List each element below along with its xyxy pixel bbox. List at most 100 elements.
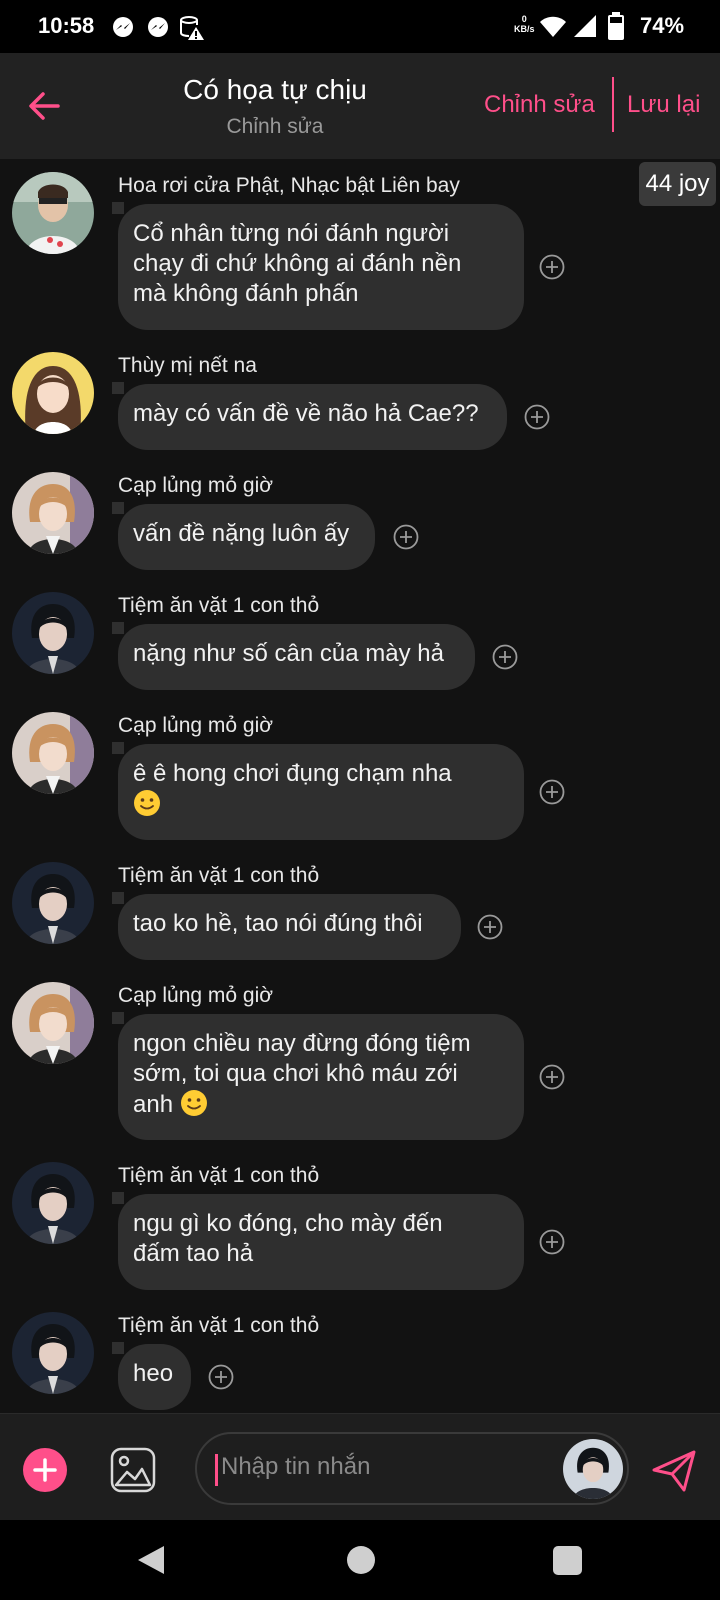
- bubble-tail: [112, 1012, 124, 1024]
- message-line: vấn đề nặng luôn ấy: [133, 520, 350, 547]
- net-speed-value: 0: [521, 14, 527, 24]
- message-line: ngu gì ko đóng, cho mày đến: [133, 1210, 443, 1237]
- avatar-image: [12, 1312, 94, 1394]
- messenger-icon: [148, 17, 168, 37]
- avatar[interactable]: [12, 472, 94, 554]
- add-reaction-icon[interactable]: [524, 404, 550, 430]
- bubble-tail: [112, 1192, 124, 1204]
- bubble-tail: [112, 202, 124, 214]
- wifi-icon: [540, 16, 566, 37]
- storage-alert-icon: [180, 16, 204, 40]
- avatar-image: [12, 592, 94, 674]
- status-bar: 10:58 0 KB/s 74%: [0, 0, 720, 53]
- joy-badge: 44 joy: [639, 162, 716, 206]
- message-bubble[interactable]: mày có vấn đề về não hả Cae??: [118, 384, 507, 450]
- message-sender: Thùy mị nết na: [118, 354, 257, 377]
- avatar-image: [12, 472, 94, 554]
- image-picker-icon[interactable]: [110, 1447, 156, 1493]
- message-bubble[interactable]: nặng như số cân của mày hả: [118, 624, 475, 690]
- nav-back-icon[interactable]: [136, 1544, 166, 1576]
- message-bubble[interactable]: heo: [118, 1344, 191, 1410]
- page-title: Có họa tự chịu: [183, 74, 367, 105]
- nav-recents-icon[interactable]: [553, 1546, 582, 1575]
- avatar-image: [12, 352, 94, 434]
- text-caret: [215, 1454, 218, 1486]
- avatar[interactable]: [12, 982, 94, 1064]
- avatar[interactable]: [12, 712, 94, 794]
- nav-home-icon[interactable]: [347, 1546, 375, 1574]
- message-line: chạy đi chứ không ai đánh nền: [133, 250, 462, 277]
- avatar[interactable]: [12, 592, 94, 674]
- plus-icon: [33, 1458, 57, 1482]
- message-bubble[interactable]: vấn đề nặng luôn ấy: [118, 504, 375, 570]
- emoji-line: [133, 789, 509, 820]
- add-reaction-icon[interactable]: [492, 644, 518, 670]
- add-reaction-icon[interactable]: [539, 1064, 565, 1090]
- message-line: mà không đánh phấn: [133, 280, 359, 307]
- avatar-image: [12, 862, 94, 944]
- add-reaction-icon[interactable]: [539, 779, 565, 805]
- message-sender: Tiệm ăn vặt 1 con thỏ: [118, 1314, 320, 1337]
- message-sender: Tiệm ăn vặt 1 con thỏ: [118, 594, 320, 617]
- avatar-image: [12, 982, 94, 1064]
- message-line: ê ê hong chơi đụng chạm nha: [133, 760, 452, 787]
- message-line: nặng như số cân của mày hả: [133, 640, 444, 667]
- message-bubble[interactable]: Cổ nhân từng nói đánh người chạy đi chứ …: [118, 204, 524, 330]
- signal-icon: [574, 15, 596, 37]
- message-sender: Tiệm ăn vặt 1 con thỏ: [118, 1164, 320, 1187]
- bubble-tail: [112, 622, 124, 634]
- avatar[interactable]: [12, 1312, 94, 1394]
- message-bubble[interactable]: ê ê hong chơi đụng chạm nha: [118, 744, 524, 840]
- message-line: Cổ nhân từng nói đánh người: [133, 220, 450, 247]
- avatar-image: [563, 1439, 623, 1499]
- message-line: tao ko hề, tao nói đúng thôi: [133, 910, 423, 937]
- add-attachment-button[interactable]: [23, 1448, 67, 1492]
- app-header: Có họa tự chịu Chỉnh sửa Chỉnh sửa Lưu l…: [0, 53, 720, 159]
- add-reaction-icon[interactable]: [208, 1364, 234, 1390]
- bubble-tail: [112, 1342, 124, 1354]
- avatar[interactable]: [12, 172, 94, 254]
- message-sender: Cạp lủng mỏ giờ: [118, 714, 274, 737]
- back-arrow-icon[interactable]: [24, 86, 64, 126]
- message-sender: Tiệm ăn vặt 1 con thỏ: [118, 864, 320, 887]
- avatar-image: [12, 1162, 94, 1244]
- avatar[interactable]: [12, 352, 94, 434]
- status-time: 10:58: [38, 13, 95, 38]
- bubble-tail: [112, 892, 124, 904]
- slightly-smiling-face-icon: [180, 1090, 207, 1116]
- message-line: mày có vấn đề về não hả Cae??: [133, 400, 479, 427]
- message-line: ngon chiều nay đừng đóng tiệm: [133, 1030, 471, 1057]
- message-bubble[interactable]: tao ko hề, tao nói đúng thôi: [118, 894, 461, 960]
- persona-avatar[interactable]: [563, 1439, 623, 1499]
- battery-icon: [608, 12, 624, 40]
- add-reaction-icon[interactable]: [539, 1229, 565, 1255]
- message-line: heo: [133, 1360, 174, 1387]
- messenger-icon: [113, 17, 133, 37]
- network-speed: 0 KB/s: [514, 14, 535, 34]
- message-line: sớm, toi qua chơi khô máu zới: [133, 1060, 458, 1087]
- message-bubble[interactable]: ngon chiều nay đừng đóng tiệm sớm, toi q…: [118, 1014, 524, 1140]
- message-sender: Hoa rơi cửa Phật, Nhạc bật Liên bay: [118, 174, 460, 197]
- add-reaction-icon[interactable]: [539, 254, 565, 280]
- message-input[interactable]: Nhập tin nhắn: [195, 1432, 629, 1505]
- add-reaction-icon[interactable]: [393, 524, 419, 550]
- net-speed-unit: KB/s: [514, 24, 535, 34]
- message-composer: Nhập tin nhắn: [0, 1413, 720, 1521]
- avatar[interactable]: [12, 862, 94, 944]
- system-navigation-bar: [0, 1520, 720, 1600]
- page-subtitle: Chỉnh sửa: [226, 115, 324, 138]
- slightly-smiling-face-icon: [134, 790, 160, 816]
- save-button[interactable]: Lưu lại: [627, 91, 700, 119]
- message-bubble[interactable]: ngu gì ko đóng, cho mày đến đấm tao hả: [118, 1194, 524, 1290]
- header-divider: [612, 77, 614, 132]
- message-input-placeholder: Nhập tin nhắn: [221, 1453, 371, 1480]
- bubble-tail: [112, 742, 124, 754]
- message-line: anh: [133, 1091, 174, 1118]
- message-sender: Cạp lủng mỏ giờ: [118, 474, 274, 497]
- avatar[interactable]: [12, 1162, 94, 1244]
- add-reaction-icon[interactable]: [477, 914, 503, 940]
- edit-button[interactable]: Chỉnh sửa: [484, 91, 595, 119]
- avatar-image: [12, 712, 94, 794]
- send-icon[interactable]: [650, 1446, 698, 1494]
- message-line-with-emoji: anh: [133, 1089, 509, 1120]
